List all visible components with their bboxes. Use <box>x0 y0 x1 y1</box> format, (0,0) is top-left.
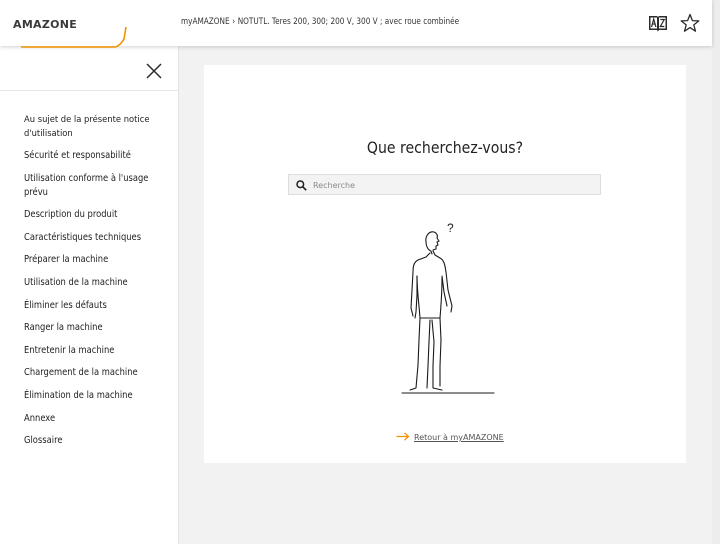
top-header: AMAZONE myAMAZONE › NOTUTL. Teres 200, 300… <box>0 0 712 48</box>
sidebar-header <box>0 46 178 91</box>
toc-item-about-manual[interactable]: Au sujet de la présente notice d'utilisa… <box>24 112 154 140</box>
toc-item-product-description[interactable]: Description du produit <box>24 208 174 222</box>
toc-item-troubleshooting[interactable]: Éliminer les défauts <box>24 299 174 313</box>
search-card: Que recherchez-vous? Recherche ? Retour … <box>204 65 686 463</box>
toc-item-glossary[interactable]: Glossaire <box>24 434 174 448</box>
search-icon <box>296 180 307 191</box>
toc-item-prepare-machine[interactable]: Préparer la machine <box>24 253 174 267</box>
toc-item-disposal[interactable]: Élimination de la machine <box>24 389 174 403</box>
question-mark-glyph: ? <box>447 221 454 235</box>
breadcrumb-home-link[interactable]: myAMAZONE <box>181 17 230 27</box>
back-link-label: Retour à myAMAZONE <box>414 433 504 442</box>
logo-text: AMAZONE <box>13 18 78 31</box>
page-scrollbar[interactable] <box>712 0 720 544</box>
breadcrumb: myAMAZONE › NOTUTL. Teres 200, 300; 200 V,… <box>181 17 459 27</box>
search-input[interactable] <box>313 177 593 193</box>
toc-item-intended-use[interactable]: Utilisation conforme à l'usage prévu <box>24 172 174 200</box>
arrow-right-icon <box>396 432 410 441</box>
toc-item-use-machine[interactable]: Utilisation de la machine <box>24 276 174 290</box>
toc-item-technical-data[interactable]: Caractéristiques techniques <box>24 231 174 245</box>
back-to-myamazone-link[interactable]: Retour à myAMAZONE <box>396 432 504 442</box>
breadcrumb-current-document: NOTUTL. Teres 200, 300; 200 V, 300 V ; a… <box>237 17 460 27</box>
toc-item-store-machine[interactable]: Ranger la machine <box>24 321 174 335</box>
thinking-person-illustration: ? <box>401 221 495 394</box>
page-title: Que recherchez-vous? <box>366 138 524 157</box>
sidebar-toc: Au sujet de la présente notice d'utilisa… <box>0 46 179 544</box>
toc-item-safety[interactable]: Sécurité et responsabilité <box>24 149 174 163</box>
toc-item-loading-machine[interactable]: Chargement de la machine <box>24 366 174 380</box>
toc-item-maintain-machine[interactable]: Entretenir la machine <box>24 344 174 358</box>
favorite-star-icon[interactable] <box>679 13 701 33</box>
toc-item-appendix[interactable]: Annexe <box>24 412 174 426</box>
search-box[interactable] <box>288 174 601 195</box>
breadcrumb-separator: › <box>232 17 236 27</box>
close-icon[interactable] <box>145 62 163 80</box>
glossary-book-icon[interactable] <box>647 13 669 33</box>
toc-list: Au sujet de la présente notice d'utilisa… <box>24 112 174 457</box>
